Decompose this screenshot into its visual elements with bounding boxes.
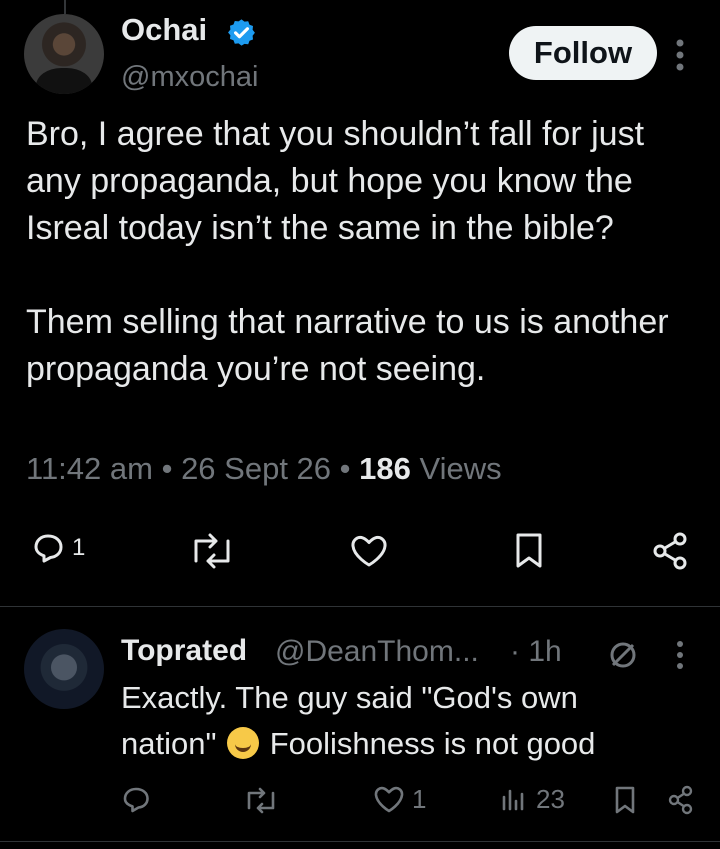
reply-display-name[interactable]: Toprated [121, 634, 247, 668]
bookmark-icon [615, 786, 635, 814]
views-chart-icon [502, 789, 524, 811]
reply-avatar[interactable] [24, 629, 104, 709]
like-button[interactable] [348, 531, 390, 571]
reply-text-line1: Exactly. The guy said "God's own [121, 680, 578, 715]
verified-badge-icon [228, 19, 255, 46]
reply-like-count: 1 [412, 783, 427, 814]
thread-line [64, 0, 66, 14]
more-options-icon[interactable] [670, 38, 690, 72]
meta-separator: • [339, 451, 351, 486]
share-icon [653, 532, 687, 570]
reply-tweet[interactable]: Toprated @DeanThom... · 1h Exactly. The … [0, 607, 720, 849]
retweet-button[interactable] [188, 531, 236, 571]
bookmark-button[interactable] [512, 530, 546, 572]
heart-icon [351, 536, 387, 567]
reply-bookmark-button[interactable] [612, 783, 638, 817]
reply-text-line2-end: Foolishness is not good [269, 726, 596, 761]
bookmark-icon [516, 533, 542, 568]
reply-text-line2-start: nation" [121, 726, 217, 761]
tweet-metadata: 11:42 am • 26 Sept 26 • 186 Views [26, 451, 502, 487]
reply-time[interactable]: · 1h [510, 635, 562, 669]
reply-count: 1 [72, 534, 86, 561]
views-count: 186 [359, 451, 411, 486]
meta-separator: • [161, 451, 173, 486]
reply-views-count: 23 [536, 783, 565, 814]
retweet-icon [247, 787, 275, 814]
share-icon [668, 785, 693, 815]
reply-more-options-icon[interactable] [672, 638, 688, 672]
main-tweet: Ochai @mxochai Follow Bro, I agree that … [0, 0, 720, 607]
tweet-text: Bro, I agree that you shouldn’t fall for… [26, 115, 669, 388]
reply-action[interactable]: 1 [32, 531, 85, 565]
handle[interactable]: @mxochai [121, 61, 258, 94]
reply-share-button[interactable] [666, 784, 696, 816]
tweet-time[interactable]: 11:42 am [26, 451, 153, 486]
tweet-date[interactable]: 26 Sept 26 [181, 451, 331, 486]
reply-handle[interactable]: @DeanThom... [275, 635, 479, 669]
retweet-icon [194, 533, 230, 569]
reply-retweet-button[interactable] [242, 785, 280, 815]
bottom-divider [0, 841, 720, 842]
reply-icon [123, 787, 149, 813]
reply-views-button[interactable]: 23 [498, 783, 565, 815]
reply-text: Exactly. The guy said "God's own nation"… [121, 675, 681, 767]
reply-reply-button[interactable] [122, 785, 152, 815]
reply-like-button[interactable]: 1 [372, 783, 426, 815]
share-button[interactable] [650, 530, 692, 572]
display-name[interactable]: Ochai [121, 12, 207, 48]
laughing-emoji-icon [227, 727, 260, 759]
avatar-shoulders [36, 68, 92, 94]
avatar[interactable] [24, 14, 104, 94]
reply-icon [34, 534, 63, 563]
heart-icon [374, 786, 404, 813]
follow-button[interactable]: Follow [509, 26, 657, 80]
views-label: Views [419, 451, 502, 486]
translate-icon[interactable] [606, 638, 640, 672]
